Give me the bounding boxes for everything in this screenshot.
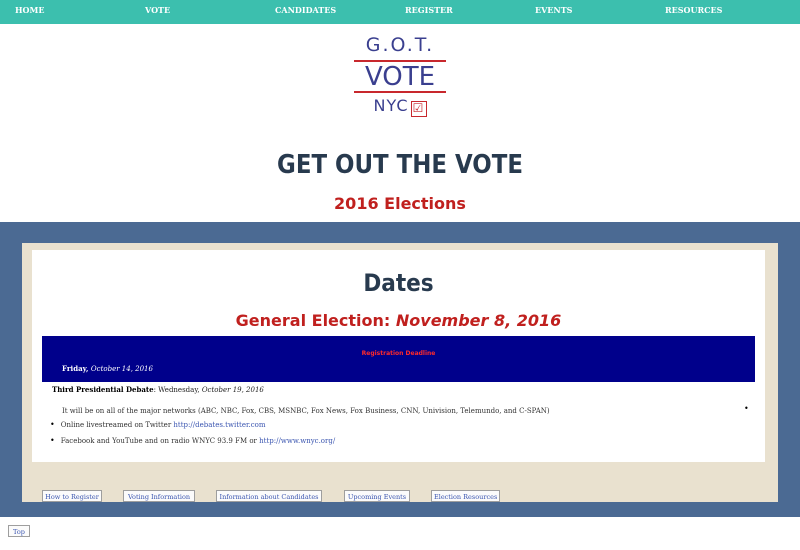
deadline-date: October 14, 2016 [90,365,153,373]
page-subtitle: 2016 Elections [334,194,466,213]
bullet-dot: • [50,420,55,429]
logo-nyc-row: NYC ☑ [352,96,448,117]
how-to-register-button[interactable]: How to Register [42,490,102,502]
dates-heading: Dates [363,269,434,297]
nav-register[interactable]: REGISTER [405,5,453,15]
logo-divider [354,91,446,93]
debate-day: : Wednesday, [153,386,200,394]
top-nav: HOME VOTE CANDIDATES REGISTER EVENTS RES… [0,0,800,24]
got-vote-logo: G.O.T. VOTE NYC ☑ [352,32,448,120]
nav-vote[interactable]: VOTE [145,5,170,15]
twitter-text: Online livestreamed on Twitter [60,421,172,429]
bullet-dot: • [50,436,55,445]
content-panel: Dates General Election: November 8, 2016… [22,243,778,502]
nav-home[interactable]: HOME [15,5,44,15]
list-item: • Facebook and YouTube and on radio WNYC … [50,436,335,445]
registration-deadline-date: Friday, October 14, 2016 [62,364,153,373]
debate-line: Third Presidential Debate: Wednesday, Oc… [52,385,264,394]
registration-deadline-heading: Registration Deadline [361,350,436,357]
logo-nyc-text: NYC [373,96,409,115]
general-election-date: November 8, 2016 [395,311,562,330]
content-frame: Dates General Election: November 8, 2016… [0,222,800,517]
debate-label: Third Presidential Debate [52,385,154,394]
upcoming-events-button[interactable]: Upcoming Events [344,490,410,502]
twitter-link[interactable]: http://debates.twitter.com [173,421,265,429]
registration-banner: Registration Deadline Friday, October 14… [42,336,755,382]
candidates-information-button[interactable]: Information about Candidates [216,490,322,502]
back-to-top-button[interactable]: Top [8,525,30,537]
debate-date: October 19, 2016 [201,386,264,394]
election-resources-button[interactable]: Election Resources [431,490,500,502]
nav-candidates[interactable]: CANDIDATES [275,5,336,15]
list-item: • Online livestreamed on Twitter http://d… [50,420,266,429]
nav-resources[interactable]: RESOURCES [665,5,722,15]
bullet-dot: • [744,404,749,413]
logo-got-text: G.O.T. [365,34,435,56]
dates-card: Dates General Election: November 8, 2016… [32,250,765,462]
logo-vote-text: VOTE [364,62,436,92]
voting-information-button[interactable]: Voting Information [123,490,195,502]
radio-text: Facebook and YouTube and on radio WNYC 9… [60,437,257,445]
networks-text: It will be on all of the major networks … [62,407,550,415]
nav-events[interactable]: EVENTS [535,5,572,15]
general-election-label: General Election: [235,311,391,330]
wnyc-link[interactable]: http://www.wnyc.org/ [259,437,335,445]
checkbox-icon: ☑ [410,101,427,117]
general-election-heading: General Election: November 8, 2016 [32,311,765,330]
deadline-day: Friday, [62,364,89,373]
page-title: GET OUT THE VOTE [277,150,523,180]
